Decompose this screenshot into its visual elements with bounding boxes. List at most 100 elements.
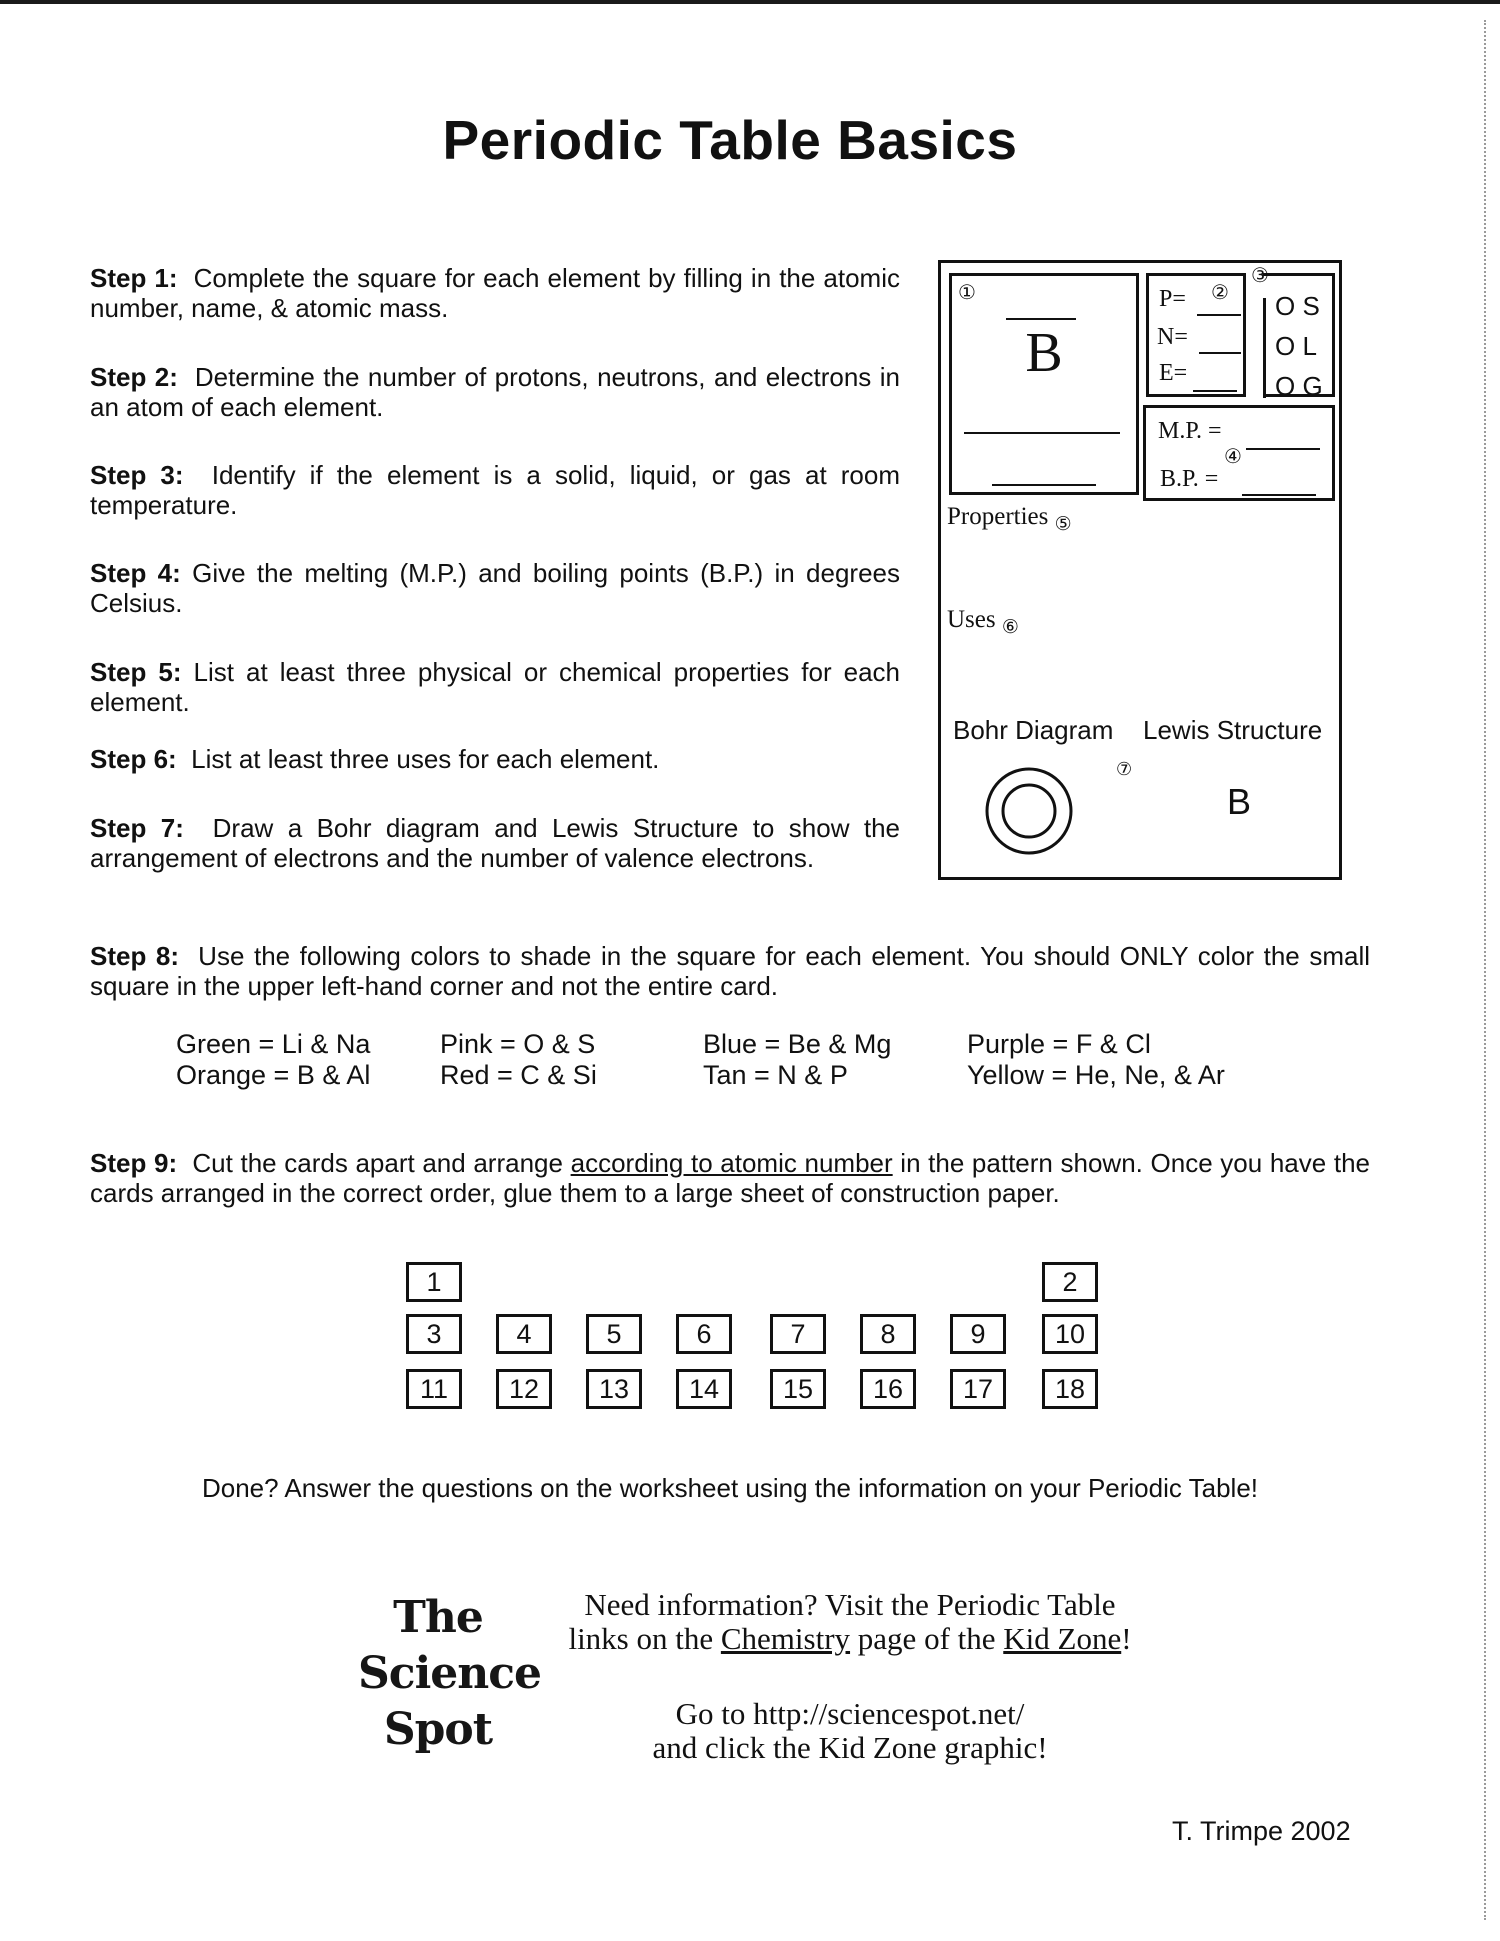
pattern-box: 1 xyxy=(406,1262,462,1302)
step-label: Step 5 xyxy=(90,657,173,687)
pattern-box: 6 xyxy=(676,1314,732,1354)
color-legend-col-1: Green = Li & Na Orange = B & Al xyxy=(176,1029,370,1091)
marker-2: ② xyxy=(1211,280,1229,304)
scan-edge xyxy=(1484,20,1486,1920)
legend-item: Yellow = He, Ne, & Ar xyxy=(967,1060,1225,1090)
pne-box: ② P= N= E= xyxy=(1146,273,1246,397)
page-top-rule xyxy=(0,0,1500,4)
atomic-number-blank xyxy=(1006,318,1076,320)
step-text: List at least three uses for each elemen… xyxy=(191,744,660,774)
step-6: Step 6: List at least three uses for eac… xyxy=(90,744,660,774)
lewis-symbol: B xyxy=(1227,781,1252,822)
kid-zone-link[interactable]: Kid Zone xyxy=(1003,1621,1121,1656)
legend-item: Green = Li & Na xyxy=(176,1029,371,1059)
pattern-box: 14 xyxy=(676,1369,732,1409)
uses-label: Uses ⑥ xyxy=(947,606,1019,638)
state-liquid[interactable]: O L xyxy=(1275,326,1323,366)
step-label: Step 3 xyxy=(90,460,175,490)
step-8: Step 8: Use the following colors to shad… xyxy=(90,941,1370,1001)
step-label: Step 9 xyxy=(90,1148,169,1178)
pattern-box: 10 xyxy=(1042,1314,1098,1354)
emphasis-underline: according to atomic number xyxy=(570,1148,893,1178)
bp-label: B.P. = xyxy=(1160,466,1219,492)
state-gas[interactable]: O G xyxy=(1275,366,1323,406)
mp-bp-box: M.P. = ④ B.P. = xyxy=(1143,405,1335,501)
element-symbol: B xyxy=(1025,322,1063,384)
chemistry-link[interactable]: Chemistry xyxy=(721,1621,850,1656)
step-label: Step 6 xyxy=(90,744,169,774)
state-letter: L xyxy=(1302,331,1317,361)
pattern-box: 15 xyxy=(770,1369,826,1409)
page-title: Periodic Table Basics xyxy=(442,109,1018,171)
properties-label: Properties ⑤ xyxy=(947,503,1072,535)
marker-7: ⑦ xyxy=(1116,759,1133,780)
bohr-outer-shell xyxy=(985,767,1073,855)
bohr-diagram xyxy=(985,767,1073,855)
step-text: Complete the square for each element by … xyxy=(90,263,900,323)
step-text: Determine the number of protons, neutron… xyxy=(90,362,901,422)
protons-label: P= xyxy=(1159,286,1186,312)
marker-6: ⑥ xyxy=(1001,616,1019,638)
pattern-box: 11 xyxy=(406,1369,462,1409)
pattern-box: 17 xyxy=(950,1369,1006,1409)
step-label: Step 7 xyxy=(90,813,176,843)
info-line-3: Go to http://sciencespot.net/ xyxy=(675,1696,1025,1731)
done-instruction: Done? Answer the questions on the worksh… xyxy=(201,1473,1259,1503)
state-letter: G xyxy=(1302,371,1323,401)
step-4: Step 4: Give the melting (M.P.) and boil… xyxy=(90,558,901,618)
legend-item: Tan = N & P xyxy=(703,1060,848,1090)
pattern-box: 18 xyxy=(1042,1369,1098,1409)
step-text: List at least three physical or chemical… xyxy=(90,657,900,717)
electrons-blank xyxy=(1193,390,1237,392)
state-circle: O xyxy=(1275,291,1296,321)
pattern-box: 3 xyxy=(406,1314,462,1354)
pattern-box: 13 xyxy=(586,1369,642,1409)
step-text: Use the following colors to shade in the… xyxy=(90,941,1370,1001)
pattern-box: 8 xyxy=(860,1314,916,1354)
lewis-label: Lewis Structure xyxy=(1143,715,1323,745)
neutrons-label: N= xyxy=(1157,324,1188,350)
legend-item: Blue = Be & Mg xyxy=(703,1029,892,1059)
legend-item: Purple = F & Cl xyxy=(967,1029,1151,1059)
pattern-box: 16 xyxy=(860,1369,916,1409)
step-1: Step 1: Complete the square for each ele… xyxy=(90,263,900,323)
step-7: Step 7: Draw a Bohr diagram and Lewis St… xyxy=(90,813,901,873)
bohr-label: Bohr Diagram xyxy=(953,715,1114,745)
element-card-example: ① B ② P= N= E= ③ O S O L O G M.P. = ④ B.… xyxy=(938,260,1342,880)
mp-blank xyxy=(1246,448,1320,450)
state-circle: O xyxy=(1275,331,1296,361)
neutrons-blank xyxy=(1199,352,1241,354)
legend-item: Pink = O & S xyxy=(440,1029,596,1059)
step-label: Step 8 xyxy=(90,941,171,971)
pattern-box: 12 xyxy=(496,1369,552,1409)
marker-4: ④ xyxy=(1224,444,1242,468)
info-line-2: links on the Chemistry page of the Kid Z… xyxy=(568,1621,1132,1656)
bohr-inner-shell xyxy=(1001,783,1057,839)
color-legend-col-2: Pink = O & S Red = C & Si xyxy=(440,1029,597,1091)
state-solid[interactable]: O S xyxy=(1275,286,1323,326)
state-box: O S O L O G xyxy=(1263,273,1335,401)
pattern-box: 4 xyxy=(496,1314,552,1354)
step-label: Step 1 xyxy=(90,263,169,293)
atomic-mass-blank xyxy=(992,484,1096,486)
bp-blank xyxy=(1242,494,1316,496)
element-square: ① B xyxy=(949,273,1139,495)
state-letter: S xyxy=(1302,291,1320,321)
mp-label: M.P. = xyxy=(1158,418,1222,444)
step-9: Step 9: Cut the cards apart and arrange … xyxy=(90,1148,1370,1208)
pattern-box: 7 xyxy=(770,1314,826,1354)
marker-1: ① xyxy=(958,280,976,304)
pattern-box: 5 xyxy=(586,1314,642,1354)
step-3: Step 3: Identify if the element is a sol… xyxy=(90,460,900,520)
protons-blank xyxy=(1197,314,1241,316)
info-line-1: Need information? Visit the Periodic Tab… xyxy=(584,1587,1116,1622)
step-label: Step 4 xyxy=(90,558,173,588)
science-spot-logo: The Science Spot xyxy=(358,1592,542,1755)
electrons-label: E= xyxy=(1159,360,1188,386)
legend-item: Orange = B & Al xyxy=(176,1060,371,1090)
step-2: Step 2: Determine the number of protons,… xyxy=(90,362,901,422)
step-text: Give the melting (M.P.) and boiling poin… xyxy=(90,558,901,618)
pattern-box: 9 xyxy=(950,1314,1006,1354)
element-name-blank xyxy=(964,432,1120,434)
author-signature: T. Trimpe 2002 xyxy=(1172,1816,1351,1846)
